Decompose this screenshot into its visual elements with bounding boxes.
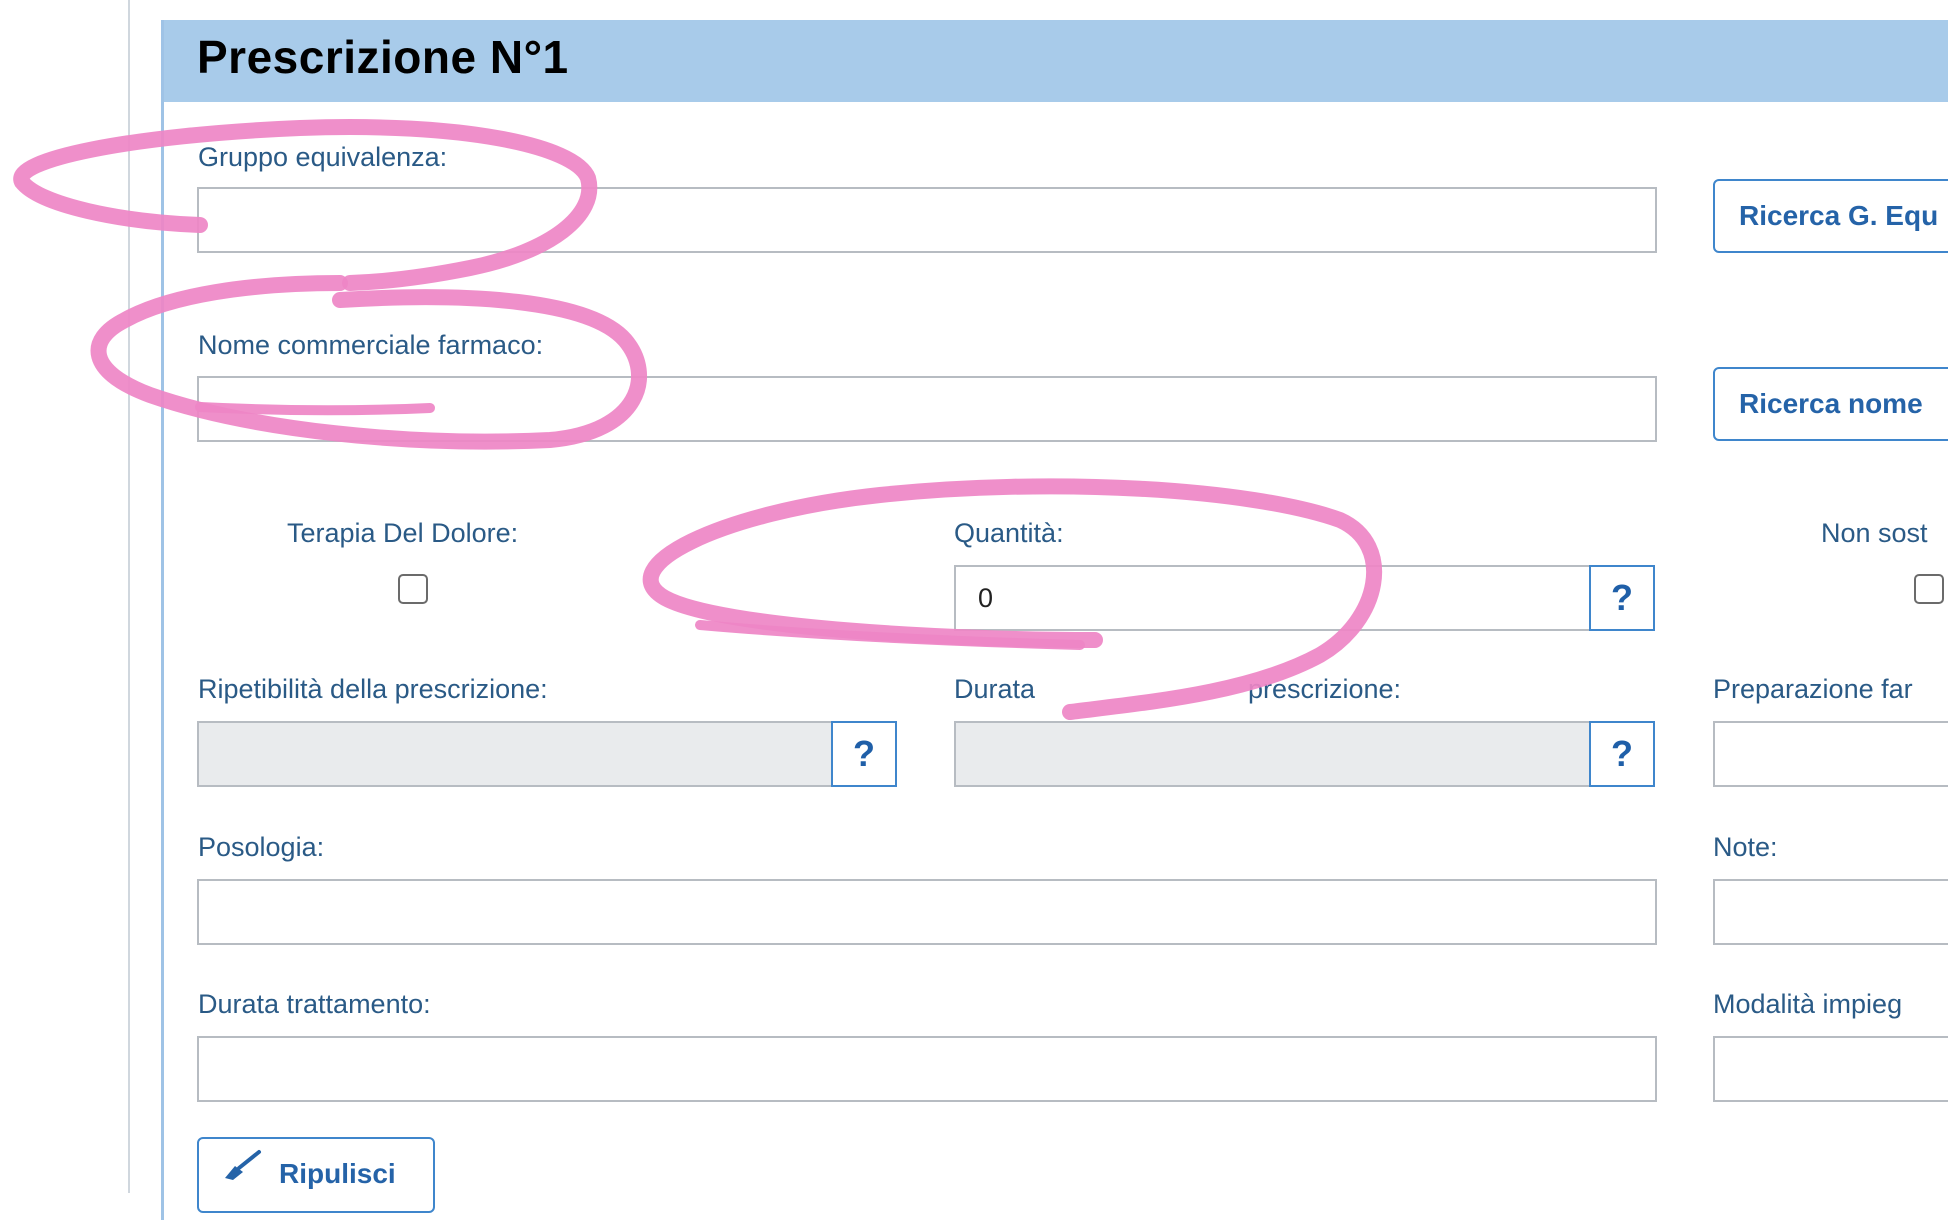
durata-validita-help-button[interactable]: ? bbox=[1589, 721, 1655, 787]
preparazione-label: Preparazione far bbox=[1713, 674, 1913, 704]
ripulisci-label: Ripulisci bbox=[279, 1158, 396, 1189]
ricerca-nome-button[interactable]: Ricerca nome bbox=[1713, 367, 1948, 441]
question-mark-icon: ? bbox=[1611, 733, 1633, 774]
ricerca-gruppo-equivalenza-button[interactable]: Ricerca G. Equ bbox=[1713, 179, 1948, 253]
quantita-label: Quantità: bbox=[954, 518, 1064, 548]
posologia-input[interactable] bbox=[197, 879, 1657, 945]
non-sost-label: Non sost bbox=[1821, 518, 1928, 548]
question-mark-icon: ? bbox=[1611, 577, 1633, 618]
posologia-label: Posologia: bbox=[198, 832, 325, 862]
quantita-input[interactable]: 0 bbox=[954, 565, 1592, 631]
nome-commerciale-input[interactable] bbox=[197, 376, 1657, 442]
quantita-help-button[interactable]: ? bbox=[1589, 565, 1655, 631]
page-title: Prescrizione N°1 bbox=[197, 31, 569, 83]
non-sost-checkbox[interactable] bbox=[1914, 574, 1944, 604]
durata-trattamento-input[interactable] bbox=[197, 1036, 1657, 1102]
modalita-impiego-label: Modalità impieg bbox=[1713, 989, 1903, 1019]
modalita-impiego-input[interactable] bbox=[1713, 1036, 1948, 1102]
ripetibilita-label: Ripetibilità della prescrizione: bbox=[198, 674, 548, 704]
gruppo-equivalenza-input[interactable] bbox=[197, 187, 1657, 253]
prescription-header: Prescrizione N°1 bbox=[164, 20, 1948, 102]
durata-trattamento-label: Durata trattamento: bbox=[198, 989, 431, 1019]
left-divider bbox=[128, 0, 130, 1193]
note-label: Note: bbox=[1713, 832, 1778, 862]
terapia-dolore-checkbox[interactable] bbox=[398, 574, 428, 604]
ripetibilita-input[interactable] bbox=[197, 721, 833, 787]
preparazione-input[interactable] bbox=[1713, 721, 1948, 787]
durata-validita-label-end: prescrizione: bbox=[1248, 674, 1402, 704]
ripetibilita-help-button[interactable]: ? bbox=[831, 721, 897, 787]
durata-validita-input[interactable] bbox=[954, 721, 1592, 787]
note-input[interactable] bbox=[1713, 879, 1948, 945]
broom-icon bbox=[221, 1139, 265, 1208]
terapia-dolore-label: Terapia Del Dolore: bbox=[287, 518, 519, 548]
gruppo-equivalenza-label: Gruppo equivalenza: bbox=[198, 142, 448, 172]
durata-validita-label-start: Durata bbox=[954, 674, 1036, 704]
nome-commerciale-label: Nome commerciale farmaco: bbox=[198, 330, 544, 360]
ripulisci-button[interactable]: Ripulisci bbox=[197, 1137, 435, 1213]
question-mark-icon: ? bbox=[853, 733, 875, 774]
